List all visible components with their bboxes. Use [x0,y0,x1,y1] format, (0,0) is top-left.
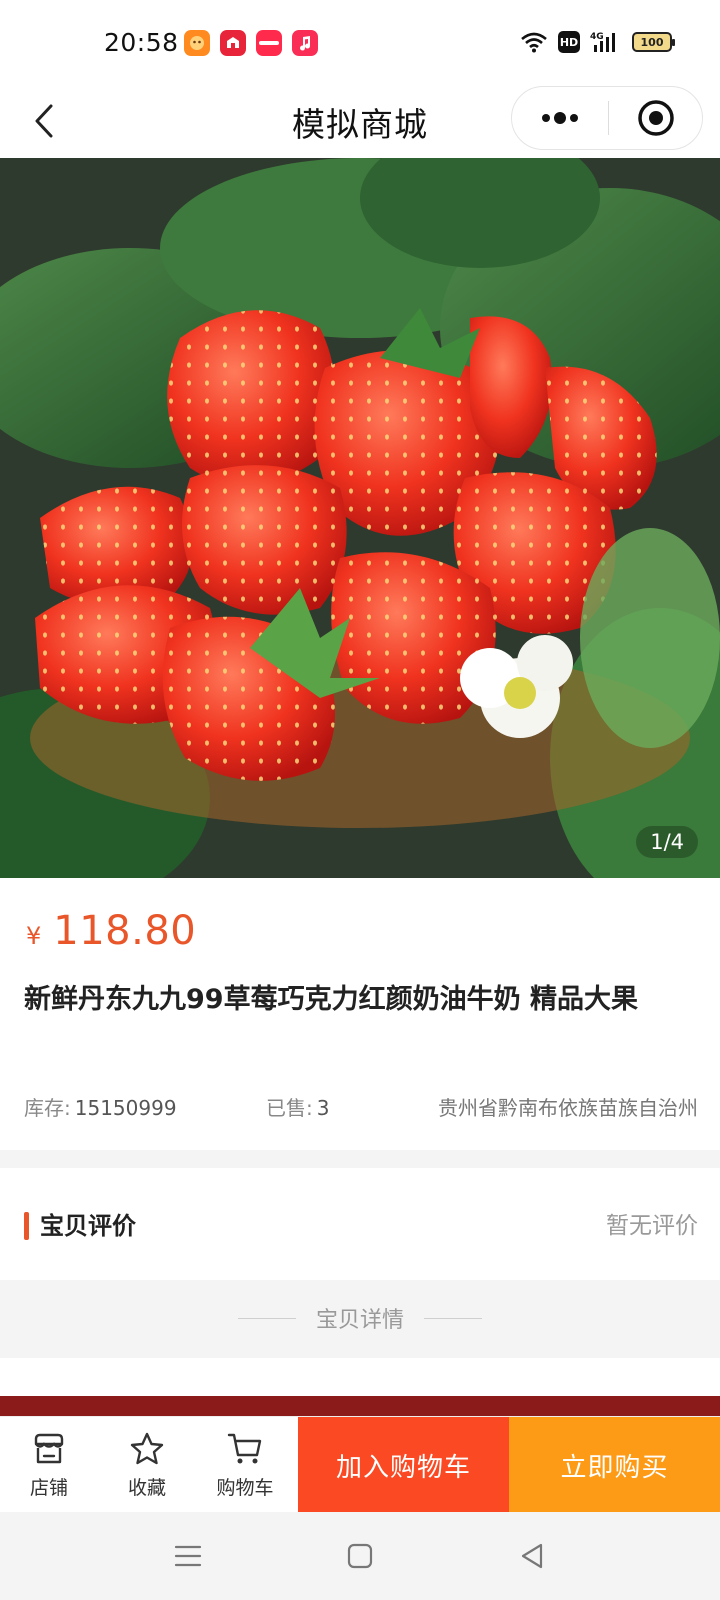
details-divider: 宝贝详情 [0,1280,720,1358]
cart-icon [227,1433,262,1463]
recent-apps-button[interactable] [166,1534,210,1578]
more-button[interactable] [512,87,608,149]
details-label: 宝贝详情 [315,1308,404,1333]
stock-label: 库存: [24,1096,71,1120]
image-counter: 1/4 [636,826,698,858]
miniprogram-capsule [511,86,703,150]
favorite-button[interactable]: 收藏 [98,1417,196,1513]
svg-text:4G: 4G [590,32,604,42]
buy-now-button[interactable]: 立即购买 [509,1417,720,1513]
system-navigation-bar [0,1512,720,1600]
sold-stat: 已售: 3 [266,1092,329,1121]
nav-bar: 模拟商城 [0,86,720,158]
section-gap [0,1150,720,1168]
hd-icon: HD [558,31,580,53]
status-time: 20:58 [104,28,179,57]
reviews-empty-text: 暂无评价 [606,1213,698,1239]
status-indicators: HD 4G 100 [520,30,675,54]
detail-image-top [0,1396,720,1416]
shop-icon [34,1433,64,1463]
section-accent-bar [24,1212,29,1240]
triangle-back-icon [521,1543,543,1569]
stock-stat: 库存: 15150999 [24,1092,177,1121]
cart-button[interactable]: 购物车 [196,1417,294,1513]
photo-app-icon [184,30,210,56]
sold-label: 已售: [266,1096,313,1120]
xiaohongshu-icon [256,30,282,56]
notification-icons [184,30,318,56]
bottom-action-bar: 店铺 收藏 购物车 加入购物车 立即购买 [0,1416,720,1513]
stock-value: 15150999 [74,1096,177,1120]
star-icon [130,1432,164,1464]
reviews-title: 宝贝评价 [40,1212,136,1240]
price-value: 118.80 [53,908,197,954]
system-back-button[interactable] [510,1534,554,1578]
product-title: 新鲜丹东九九99草莓巧克力红颜奶油牛奶 精品大果 [24,984,638,1015]
cart-label: 购物车 [216,1476,274,1499]
price: ¥ 118.80 [26,908,196,954]
product-info: ¥ 118.80 新鲜丹东九九99草莓巧克力红颜奶油牛奶 精品大果 库存: 151… [0,878,720,1150]
reviews-section[interactable]: 宝贝评价 暂无评价 [0,1168,720,1280]
wifi-icon [521,32,547,53]
red-app-icon [220,30,246,56]
signal-icon: 4G [590,32,615,52]
music-app-icon [292,30,318,56]
sold-value: 3 [316,1096,330,1120]
product-photo [0,158,720,878]
shipping-location: 贵州省黔南布依族苗族自治州 [438,1096,698,1120]
menu-icon [174,1545,202,1567]
shop-button[interactable]: 店铺 [0,1417,98,1513]
shop-label: 店铺 [29,1476,68,1499]
battery-icon: 100 [632,32,675,52]
product-stats: 库存: 15150999 已售: 3 贵州省黔南布依族苗族自治州 [24,1092,698,1124]
home-button[interactable] [338,1534,382,1578]
currency-symbol: ¥ [26,922,42,950]
target-icon [638,100,674,136]
close-miniprogram-button[interactable] [609,87,703,149]
divider-line-right [424,1318,482,1319]
square-icon [347,1543,373,1569]
more-dots-icon [542,112,578,124]
favorite-label: 收藏 [127,1476,166,1499]
status-bar: 20:58 HD 4G 100 [0,0,720,86]
add-to-cart-button[interactable]: 加入购物车 [298,1417,509,1513]
detail-content [0,1358,720,1416]
product-image-gallery[interactable]: 1/4 [0,158,720,878]
